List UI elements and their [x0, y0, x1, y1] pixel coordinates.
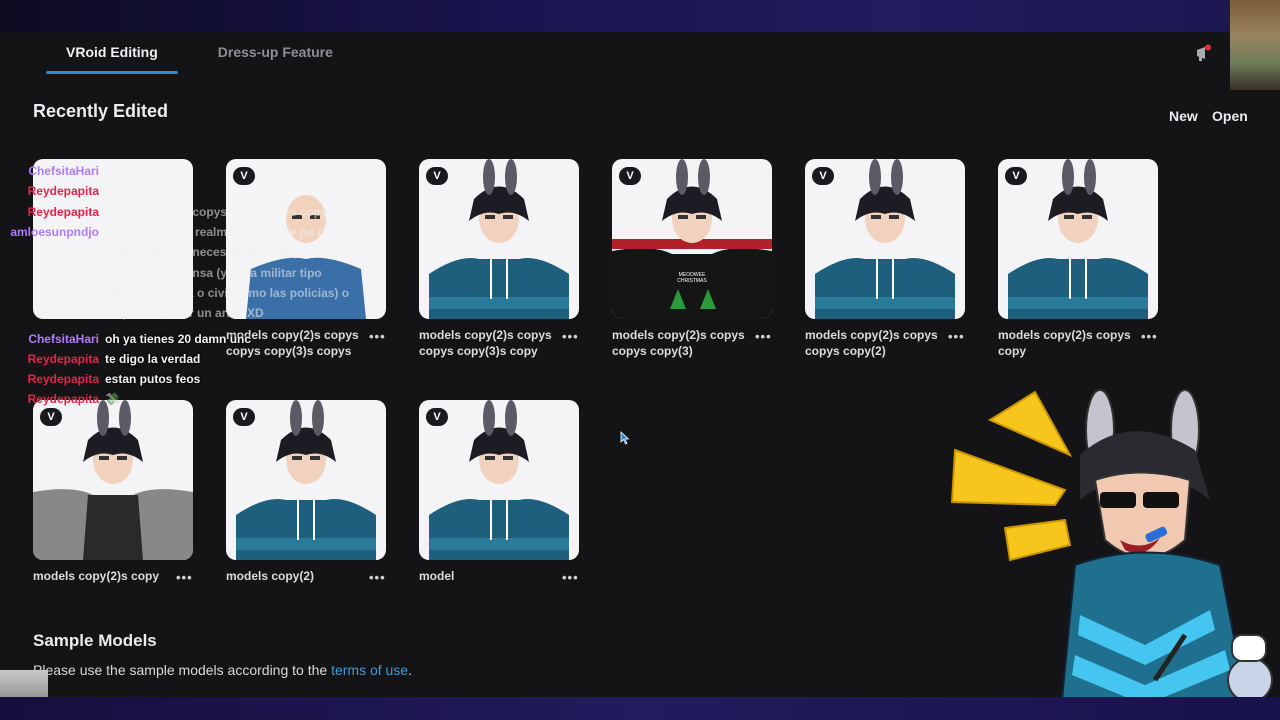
vroid-badge-icon: V	[1005, 167, 1027, 185]
chat-message: pues, la cartilla realmente no vale pa p…	[105, 224, 344, 239]
chat-username: Reydepapita	[27, 392, 99, 406]
more-options-icon[interactable]: •••	[562, 329, 579, 344]
chat-message: q frio	[105, 184, 135, 199]
model-card[interactable]: V	[33, 400, 193, 560]
model-card[interactable]: V	[805, 159, 965, 319]
chat-message: madre, solo se necesita para ser parte d…	[105, 245, 341, 260]
terms-of-use-link[interactable]: terms of use	[331, 662, 408, 678]
sample-models-title: Sample Models	[33, 631, 157, 650]
chat-username: amloesunpndjo	[10, 224, 99, 239]
model-card[interactable]: MEOOWEE CHRISTMAS V	[612, 159, 772, 319]
model-name: models copy(2)s copy	[33, 569, 160, 583]
model-card[interactable]: V	[226, 400, 386, 560]
tab-dress-up-feature[interactable]: Dress-up Feature	[198, 40, 353, 72]
more-options-icon[interactable]: •••	[369, 329, 386, 344]
chat-username: ChefsitaHari	[28, 332, 99, 346]
chat-message: ejército, marina o civil como las polici…	[105, 285, 350, 300]
chat-message: fuerzas de defensa (ya sea militar tipo	[105, 265, 322, 280]
more-options-icon[interactable]: •••	[562, 570, 579, 585]
tab-bar: VRoid Editing Dress-up Feature	[46, 40, 353, 74]
vroid-badge-icon: V	[426, 408, 448, 426]
chat-message: si quieres tener un arma XD	[105, 306, 264, 321]
vroid-badge-icon: V	[233, 167, 255, 185]
more-options-icon[interactable]: •••	[1141, 329, 1158, 344]
open-button[interactable]: Open	[1212, 108, 1248, 124]
sweater-print: MEOOWEE CHRISTMAS	[677, 272, 707, 284]
model-name: models copy(2)s copys copy	[998, 328, 1131, 358]
tab-vroid-editing[interactable]: VRoid Editing	[46, 40, 178, 74]
chat-username: Reydepapita	[27, 204, 99, 219]
chat-message: oh ya tienes 20 damn unc	[105, 332, 252, 346]
chat-message: omg	[105, 164, 131, 178]
model-name: model	[419, 569, 455, 583]
chat-message: te digo la verdad	[105, 352, 201, 366]
vroid-badge-icon: V	[233, 408, 255, 426]
chat-message: models copy(2 copys copy copys copy(3)	[105, 204, 343, 219]
vroid-badge-icon: V	[619, 167, 641, 185]
sample-models-notice: Please use the sample models according t…	[33, 662, 412, 678]
sample-text-end: .	[408, 662, 412, 678]
model-name: models copy(2)	[226, 569, 315, 583]
chat-message: estan putos feos	[105, 372, 201, 386]
more-options-icon[interactable]: •••	[948, 329, 965, 344]
streamer-avatar	[950, 389, 1273, 720]
model-card[interactable]: V	[419, 159, 579, 319]
stream-bottom-band	[0, 697, 1280, 720]
vroid-badge-icon: V	[426, 167, 448, 185]
model-name: models copy(2)s copys copys copy(3)s cop…	[419, 328, 552, 358]
model-name: models copy(2)s copys copys copy(3)	[612, 328, 745, 358]
more-options-icon[interactable]: •••	[755, 329, 772, 344]
notification-icon[interactable]	[1194, 44, 1212, 62]
new-button[interactable]: New	[1169, 108, 1198, 124]
more-options-icon[interactable]: •••	[176, 570, 193, 585]
stream-top-band	[0, 0, 1280, 32]
recently-edited-title: Recently Edited	[33, 101, 169, 121]
model-card[interactable]: V	[998, 159, 1158, 319]
vroid-badge-icon: V	[812, 167, 834, 185]
sample-text: Please use the sample models according t…	[33, 662, 332, 678]
model-name: models copy(2)s copys copys copy(2)	[805, 328, 938, 358]
mouse-cursor-icon	[620, 431, 630, 445]
chat-username: Reydepapita	[27, 372, 99, 386]
more-options-icon[interactable]: •••	[369, 570, 386, 585]
vroid-badge-icon: V	[40, 408, 62, 426]
chat-username: Reydepapita	[27, 184, 99, 199]
chat-username: ChefsitaHari	[28, 164, 99, 178]
chat-message: 💸	[105, 392, 120, 406]
game-thumbnail	[1230, 0, 1280, 90]
model-card[interactable]: V	[419, 400, 579, 560]
chat-username: Reydepapita	[27, 352, 99, 366]
